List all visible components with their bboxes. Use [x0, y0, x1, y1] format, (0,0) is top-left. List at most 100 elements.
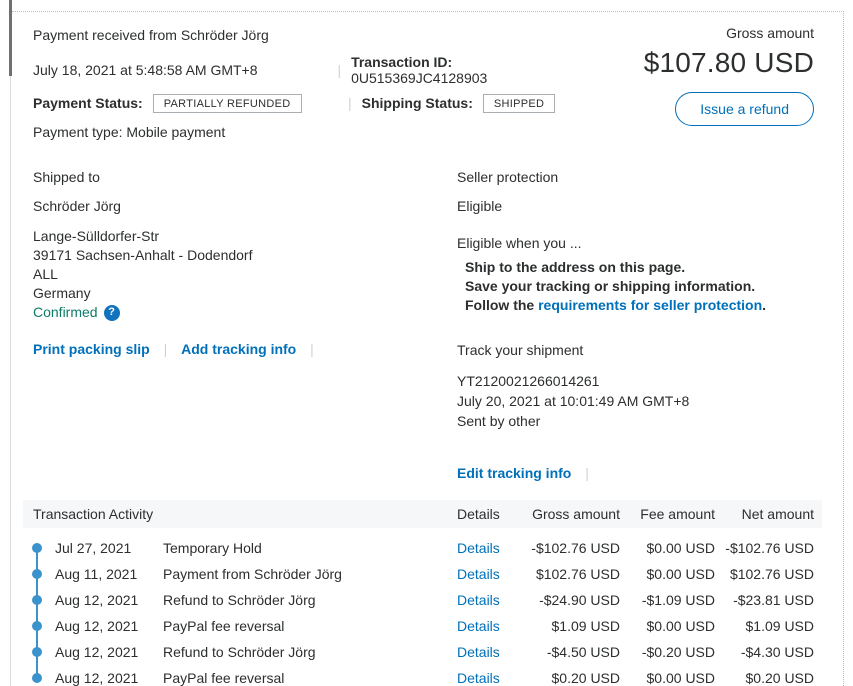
- scrollbar-track[interactable]: [10, 0, 11, 686]
- requirement-item: Save your tracking or shipping informati…: [465, 277, 814, 296]
- table-row: Jul 27, 2021 Temporary Hold Details -$10…: [23, 535, 822, 561]
- details-link[interactable]: Details: [457, 592, 510, 608]
- divider: |: [348, 95, 352, 111]
- address-confirmed-status: Confirmed: [33, 303, 98, 322]
- payment-status-badge: PARTIALLY REFUNDED: [153, 94, 302, 113]
- gross-amount-value: $107.80 USD: [584, 47, 814, 79]
- row-description: Payment from Schröder Jörg: [163, 566, 457, 582]
- row-date: Aug 12, 2021: [55, 644, 163, 660]
- seller-protection-section: Seller protection Eligible Eligible when…: [457, 169, 814, 481]
- divider: |: [585, 465, 589, 481]
- row-fee-amount: -$0.20 USD: [620, 644, 715, 660]
- details-link[interactable]: Details: [457, 540, 510, 556]
- row-net-amount: -$23.81 USD: [715, 592, 814, 608]
- table-row: Aug 12, 2021 Refund to Schröder Jörg Det…: [23, 639, 822, 665]
- column-header-details: Details: [457, 506, 510, 522]
- timeline-dot-icon: [32, 569, 42, 579]
- timeline-dot-icon: [32, 595, 42, 605]
- requirement-suffix: .: [762, 297, 766, 313]
- eligible-when-label: Eligible when you ...: [457, 235, 814, 251]
- shipped-to-title: Shipped to: [33, 169, 457, 185]
- shipping-status-label: Shipping Status:: [362, 95, 473, 111]
- timeline-dot-icon: [32, 647, 42, 657]
- divider: |: [337, 62, 341, 78]
- column-header-net: Net amount: [715, 506, 814, 522]
- address-line: 39171 Sachsen-Anhalt - Dodendorf: [33, 246, 457, 265]
- transaction-activity-title: Transaction Activity: [23, 506, 457, 522]
- table-row: Aug 12, 2021 Refund to Schröder Jörg Det…: [23, 587, 822, 613]
- recipient-name: Schröder Jörg: [33, 198, 457, 214]
- row-description: Refund to Schröder Jörg: [163, 644, 457, 660]
- row-net-amount: -$102.76 USD: [715, 540, 814, 556]
- tracking-carrier: Sent by other: [457, 411, 814, 431]
- row-date: Aug 12, 2021: [55, 618, 163, 634]
- details-link[interactable]: Details: [457, 644, 510, 660]
- print-packing-slip-link[interactable]: Print packing slip: [33, 341, 150, 357]
- details-link[interactable]: Details: [457, 670, 510, 686]
- requirement-item: Ship to the address on this page.: [465, 258, 814, 277]
- row-fee-amount: $0.00 USD: [620, 566, 715, 582]
- address-line: ALL: [33, 265, 457, 284]
- page-title: Payment received from Schröder Jörg: [33, 25, 584, 45]
- row-gross-amount: $0.20 USD: [510, 670, 620, 686]
- timeline-dot-icon: [32, 621, 42, 631]
- transaction-activity-table: Transaction Activity Details Gross amoun…: [23, 500, 822, 686]
- row-net-amount: -$4.30 USD: [715, 644, 814, 660]
- row-fee-amount: -$1.09 USD: [620, 592, 715, 608]
- transaction-id-label: Transaction ID:: [351, 54, 452, 70]
- timeline-dot-icon: [32, 543, 42, 553]
- address-line: Lange-Sülldorfer-Str: [33, 227, 457, 246]
- payment-status-label: Payment Status:: [33, 95, 143, 111]
- tracking-number: YT2120021266014261: [457, 371, 814, 391]
- right-dotted-divider: [843, 11, 844, 686]
- divider: |: [164, 341, 168, 357]
- requirement-item: Follow the requirements for seller prote…: [465, 296, 814, 315]
- row-date: Aug 12, 2021: [55, 670, 163, 686]
- seller-protection-title: Seller protection: [457, 169, 814, 185]
- transaction-activity-header: Transaction Activity Details Gross amoun…: [23, 500, 822, 528]
- tracking-date: July 20, 2021 at 10:01:49 AM GMT+8: [457, 391, 814, 411]
- shipped-to-section: Shipped to Schröder Jörg Lange-Sülldorfe…: [33, 169, 457, 481]
- help-icon[interactable]: ?: [104, 305, 120, 321]
- shipping-status-badge: SHIPPED: [483, 94, 555, 113]
- seller-protection-status: Eligible: [457, 198, 814, 214]
- top-dotted-divider: [12, 11, 844, 12]
- column-header-fee: Fee amount: [620, 506, 715, 522]
- address-line: Germany: [33, 284, 457, 303]
- add-tracking-info-link[interactable]: Add tracking info: [181, 341, 296, 357]
- row-gross-amount: -$24.90 USD: [510, 592, 620, 608]
- row-description: PayPal fee reversal: [163, 670, 457, 686]
- protection-requirements: Ship to the address on this page. Save y…: [457, 258, 814, 315]
- shipping-address: Lange-Sülldorfer-Str 39171 Sachsen-Anhal…: [33, 227, 457, 322]
- row-description: PayPal fee reversal: [163, 618, 457, 634]
- requirement-prefix: Follow the: [465, 297, 538, 313]
- table-row: Aug 11, 2021 Payment from Schröder Jörg …: [23, 561, 822, 587]
- transaction-details-page: Payment received from Schröder Jörg July…: [0, 0, 853, 686]
- row-fee-amount: $0.00 USD: [620, 670, 715, 686]
- timeline-dot-icon: [32, 673, 42, 683]
- seller-protection-requirements-link[interactable]: requirements for seller protection: [538, 297, 762, 313]
- gross-amount-label: Gross amount: [584, 25, 814, 41]
- row-date: Aug 11, 2021: [55, 566, 163, 582]
- row-net-amount: $1.09 USD: [715, 618, 814, 634]
- details-link[interactable]: Details: [457, 566, 510, 582]
- payment-date: July 18, 2021 at 5:48:58 AM GMT+8: [33, 62, 327, 78]
- row-fee-amount: $0.00 USD: [620, 618, 715, 634]
- transaction-activity-rows: Jul 27, 2021 Temporary Hold Details -$10…: [23, 535, 822, 686]
- issue-refund-button[interactable]: Issue a refund: [675, 92, 814, 126]
- row-gross-amount: -$102.76 USD: [510, 540, 620, 556]
- row-net-amount: $102.76 USD: [715, 566, 814, 582]
- divider: |: [310, 341, 314, 357]
- column-header-gross: Gross amount: [510, 506, 620, 522]
- row-fee-amount: $0.00 USD: [620, 540, 715, 556]
- row-gross-amount: -$4.50 USD: [510, 644, 620, 660]
- row-net-amount: $0.20 USD: [715, 670, 814, 686]
- row-date: Jul 27, 2021: [55, 540, 163, 556]
- table-row: Aug 12, 2021 PayPal fee reversal Details…: [23, 613, 822, 639]
- payment-type: Payment type: Mobile payment: [33, 122, 584, 142]
- row-date: Aug 12, 2021: [55, 592, 163, 608]
- tracking-details: YT2120021266014261 July 20, 2021 at 10:0…: [457, 371, 814, 431]
- edit-tracking-info-link[interactable]: Edit tracking info: [457, 465, 571, 481]
- details-link[interactable]: Details: [457, 618, 510, 634]
- track-shipment-title: Track your shipment: [457, 342, 814, 358]
